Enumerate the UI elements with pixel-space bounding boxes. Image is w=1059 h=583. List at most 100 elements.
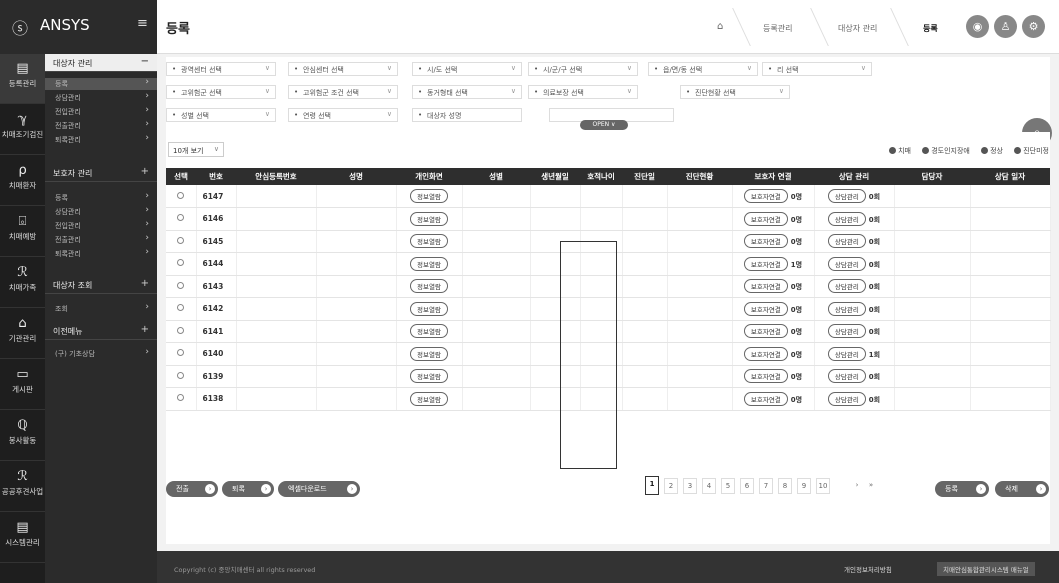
filter-select[interactable]: • 리 선택 ∨ <box>762 62 872 76</box>
filter-select[interactable]: • 시/군/구 선택 ∨ <box>528 62 638 76</box>
guardian-link-button[interactable]: 보호자연결 <box>743 324 788 339</box>
filter-select[interactable]: • 의료보장 선택 ∨ <box>528 85 638 99</box>
submenu-item-basic-counsel[interactable]: (구) 기초상담 › <box>45 347 157 360</box>
table-row[interactable]: 6147 정보열람 보호자연결 0명 상담관리 0회 <box>166 185 1051 208</box>
next-page-button[interactable]: › <box>850 478 864 494</box>
expand-icon[interactable]: + <box>141 278 149 289</box>
submenu-section-legacy[interactable]: 이전메뉴 + <box>45 322 157 340</box>
submenu-item-counsel[interactable]: 상담관리 › <box>45 91 157 104</box>
guardian-link-button[interactable]: 보호자연결 <box>743 301 788 316</box>
sidebar-item[interactable]: ⌂ 기관관리 <box>0 309 45 359</box>
user-icon[interactable]: ♙ <box>994 15 1017 38</box>
submenu-section-lookup[interactable]: 대상자 조회 + <box>45 276 157 294</box>
manual-link[interactable]: 치매안심통합관리시스템 매뉴얼 <box>937 562 1035 576</box>
page-button[interactable]: 1 <box>645 476 659 495</box>
expand-icon[interactable]: + <box>141 166 149 177</box>
page-button[interactable]: 5 <box>721 478 735 494</box>
select-radio[interactable] <box>177 304 185 312</box>
submenu-item-discharge[interactable]: 퇴록관리 › <box>45 133 157 146</box>
guardian-link-button[interactable]: 보호자연결 <box>743 391 788 406</box>
submenu-section-guardian[interactable]: 보호자 관리 + <box>45 164 157 182</box>
table-row[interactable]: 6143 정보열람 보호자연결 0명 상담관리 0회 <box>166 275 1051 298</box>
select-radio[interactable] <box>177 191 185 199</box>
settings-icon[interactable]: ⚙ <box>1022 15 1045 38</box>
page-button[interactable]: 8 <box>778 478 792 494</box>
select-radio[interactable] <box>177 281 185 289</box>
submenu-item-register[interactable]: 등록 › <box>45 191 157 204</box>
view-info-button[interactable]: 정보열람 <box>410 279 448 294</box>
select-radio[interactable] <box>177 326 185 334</box>
table-row[interactable]: 6142 정보열람 보호자연결 0명 상담관리 0회 <box>166 297 1051 321</box>
filter-select[interactable]: • 동거형태 선택 ∨ <box>412 85 522 99</box>
guardian-link-button[interactable]: 보호자연결 <box>743 189 788 203</box>
table-row[interactable]: 6139 정보열람 보호자연결 0명 상담관리 0회 <box>166 365 1051 388</box>
page-button[interactable]: 6 <box>740 478 754 494</box>
guardian-link-button[interactable]: 보호자연결 <box>743 256 788 271</box>
sidebar-item[interactable]: ℛ 공공후견사업 <box>0 462 45 512</box>
counsel-manage-button[interactable]: 상담관리 <box>827 211 866 226</box>
page-button[interactable]: 2 <box>664 478 678 494</box>
delete-button[interactable]: 삭제 › <box>995 481 1049 497</box>
counsel-manage-button[interactable]: 상담관리 <box>827 234 866 249</box>
table-row[interactable]: 6144 정보열람 보호자연결 1명 상담관리 0회 <box>166 252 1051 276</box>
privacy-policy-link[interactable]: 개인정보처리방침 <box>838 562 898 576</box>
breadcrumb-item[interactable]: 등록관리 <box>763 23 792 34</box>
counsel-manage-button[interactable]: 상담관리 <box>827 189 866 203</box>
excel-download-button[interactable]: 엑셀다운로드 › <box>278 481 360 497</box>
counsel-manage-button[interactable]: 상담관리 <box>827 301 866 316</box>
transfer-out-button[interactable]: 전출 › <box>166 481 218 497</box>
view-info-button[interactable]: 정보열람 <box>410 324 448 339</box>
sidebar-item[interactable]: ℛ 치매가족 <box>0 258 45 308</box>
collapse-icon[interactable]: − <box>141 56 149 67</box>
signal-icon[interactable]: ◉ <box>966 15 989 38</box>
page-button[interactable]: 9 <box>797 478 811 494</box>
guardian-link-button[interactable]: 보호자연결 <box>743 346 788 361</box>
view-info-button[interactable]: 정보열람 <box>410 346 448 361</box>
guardian-link-button[interactable]: 보호자연결 <box>743 279 788 294</box>
submenu-item-transfer-out[interactable]: 전출관리 › <box>45 233 157 246</box>
filter-select[interactable]: • 고위험군 조건 선택 ∨ <box>288 85 398 99</box>
counsel-manage-button[interactable]: 상담관리 <box>827 279 866 294</box>
breadcrumb-item[interactable]: 대상자 관리 <box>838 23 877 34</box>
select-radio[interactable] <box>177 394 185 402</box>
table-row[interactable]: 6145 정보열람 보호자연결 0명 상담관리 0회 <box>166 230 1051 253</box>
view-info-button[interactable]: 정보열람 <box>410 369 448 384</box>
filter-select[interactable]: • 진단현황 선택 ∨ <box>680 85 790 99</box>
sidebar-item[interactable]: ℽ 치매조기검진 <box>0 105 45 155</box>
menu-toggle-icon[interactable]: ≡ <box>137 16 148 31</box>
sidebar-item[interactable]: ▭ 게시판 <box>0 360 45 410</box>
submenu-item-counsel[interactable]: 상담관리 › <box>45 205 157 218</box>
submenu-item-transfer-in[interactable]: 전입관리 › <box>45 105 157 118</box>
guardian-link-button[interactable]: 보호자연결 <box>743 234 788 249</box>
page-button[interactable]: 10 <box>816 478 830 494</box>
page-button[interactable]: 4 <box>702 478 716 494</box>
guardian-link-button[interactable]: 보호자연결 <box>743 369 788 384</box>
counsel-manage-button[interactable]: 상담관리 <box>827 346 866 361</box>
counsel-manage-button[interactable]: 상담관리 <box>827 369 866 384</box>
view-info-button[interactable]: 정보열람 <box>410 256 448 271</box>
filter-select[interactable]: • 고위험군 선택 ∨ <box>166 85 276 99</box>
view-info-button[interactable]: 정보열람 <box>410 301 448 316</box>
view-info-button[interactable]: 정보열람 <box>410 234 448 249</box>
submenu-item-discharge[interactable]: 퇴록관리 › <box>45 247 157 260</box>
select-radio[interactable] <box>177 371 185 379</box>
sidebar-item[interactable]: ▤ 시스템관리 <box>0 513 45 563</box>
filter-select[interactable]: • 광역센터 선택 ∨ <box>166 62 276 76</box>
filter-select[interactable]: • 시/도 선택 ∨ <box>412 62 522 76</box>
counsel-manage-button[interactable]: 상담관리 <box>827 256 866 271</box>
table-row[interactable]: 6141 정보열람 보호자연결 0명 상담관리 0회 <box>166 320 1051 343</box>
page-size-select[interactable]: 10개 보기 ∨ <box>168 142 224 157</box>
counsel-manage-button[interactable]: 상담관리 <box>827 391 866 406</box>
filter-select[interactable]: • 대상자 성명 <box>412 108 522 122</box>
submenu-item-register[interactable]: 등록 › <box>45 77 157 90</box>
page-button[interactable]: 7 <box>759 478 773 494</box>
register-button[interactable]: 등록 › <box>935 481 989 497</box>
last-page-button[interactable]: » <box>864 478 878 494</box>
filter-select[interactable]: • 성별 선택 ∨ <box>166 108 276 122</box>
sidebar-item[interactable]: ⌻ 치매예방 <box>0 207 45 257</box>
submenu-item-transfer-out[interactable]: 전출관리 › <box>45 119 157 132</box>
select-radio[interactable] <box>177 236 185 244</box>
filter-select[interactable]: • 연령 선택 ∨ <box>288 108 398 122</box>
table-row[interactable]: 6140 정보열람 보호자연결 0명 상담관리 1회 <box>166 342 1051 366</box>
filter-select[interactable]: • 안심센터 선택 ∨ <box>288 62 398 76</box>
